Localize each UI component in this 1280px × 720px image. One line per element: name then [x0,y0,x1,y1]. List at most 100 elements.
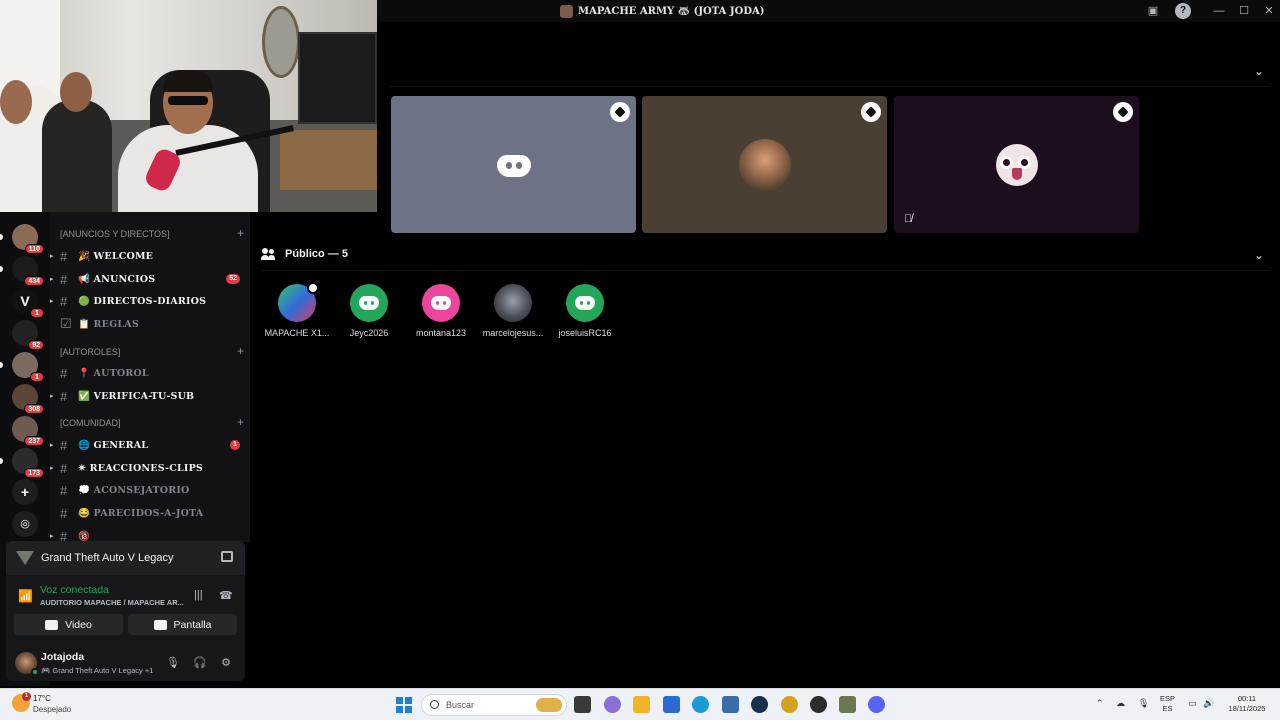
audience-member[interactable]: MAPACHE X1... [262,282,332,338]
store-icon[interactable] [663,696,680,713]
edge-icon[interactable] [692,696,709,713]
app-icon[interactable] [810,696,827,713]
chrome-icon[interactable] [781,696,798,713]
windows-start-icon[interactable] [396,697,412,713]
avatar [422,284,460,322]
server-icon[interactable]: 110 [12,224,44,254]
clock[interactable]: 00:11 18/11/2025 [1222,694,1272,714]
window-title-text: MAPACHE ARMY 🦝 (JOTA JODA) [578,6,765,17]
channel-item[interactable]: ▸ # ✅ VERIFICA-TU-SUB [50,386,250,406]
speaker-tile[interactable] [642,96,887,233]
disconnect-icon[interactable]: ☎ [219,589,233,602]
gta-icon[interactable] [839,696,856,713]
channel-item[interactable]: ☑ 📋 REGLAS [50,314,250,334]
inbox-icon[interactable]: ▣ [1145,3,1161,19]
noise-suppression-icon[interactable]: ||| [194,589,203,601]
server-icon[interactable]: 173 [12,448,44,478]
add-server-icon[interactable]: + [12,479,38,505]
channel-name: 📋 REGLAS [78,318,139,330]
server-icon[interactable]: 434 [12,256,44,286]
speaker-avatar [738,138,791,191]
maximize-button[interactable]: ☐ [1236,3,1252,19]
online-status-icon [31,668,39,676]
channel-item[interactable]: # 😂 PARECIDOS-A-JOTA [50,503,250,523]
notepad-icon[interactable] [722,696,739,713]
add-channel-icon[interactable]: + [237,416,244,428]
cloud-icon[interactable]: ☁ [1116,698,1125,709]
chevron-up-icon[interactable]: ⌃ [1096,698,1104,709]
microphone-icon[interactable]: 🎙 [166,656,180,670]
chevron-down-icon[interactable]: ⌄ [1254,248,1264,262]
channel-item[interactable]: ▸ # ✴ REACCIONES-CLIPS [50,458,250,478]
channel-item[interactable]: ▸ # 🟢 DIRECTOS-DIARIOS [50,291,250,311]
weather-temp[interactable]: 17°C [33,694,51,703]
steam-icon[interactable] [751,696,768,713]
microphone-icon[interactable]: 🎙 [1138,698,1149,709]
speaker-tile[interactable]: 🎙̸ [894,96,1139,233]
settings-icon[interactable] [861,102,881,122]
server-icon[interactable]: 92 [12,320,44,350]
channel-item[interactable]: ▸ # 🎉 WELCOME [50,246,250,266]
channel-item[interactable]: # 💭 ACONSEJATORIO [50,480,250,500]
unread-indicator: ▸ [50,533,54,540]
server-icon[interactable]: 237 [12,416,44,446]
voice-channel[interactable]: AUDITORIO MAPACHE / MAPACHE AR... [40,598,185,607]
channel-item[interactable]: ▸ # 📢 ANUNCIOS 52 [50,269,250,289]
avatar[interactable] [15,652,39,676]
screen-share-button[interactable]: Pantalla [128,614,237,635]
speaker-tile[interactable] [391,96,636,233]
audience-name: marcelojesus... [482,328,544,338]
explore-icon[interactable]: ◎ [12,511,38,537]
close-button[interactable]: ✕ [1261,3,1277,19]
game-title: Grand Theft Auto V Legacy [41,552,174,564]
category-header[interactable]: [AUTOROLES] + [60,345,244,357]
weather-desc[interactable]: Despejado [33,705,71,714]
audience-member[interactable]: joseluisRC16 [550,284,620,338]
unread-indicator: ▸ [50,276,54,283]
help-icon[interactable]: ? [1175,3,1191,19]
search-box[interactable]: Buscar [421,694,567,716]
signal-icon[interactable]: 📶 [18,589,33,603]
audience-name: montana123 [415,328,467,338]
audience-member[interactable]: montana123 [406,284,476,338]
mention-badge: 52 [226,274,240,284]
copilot-icon[interactable] [604,696,621,713]
stream-game-icon[interactable] [221,551,233,562]
search-highlight-icon [536,698,562,712]
headphones-icon[interactable]: 🎧 [193,656,207,670]
activity-row[interactable]: Grand Theft Auto V Legacy [6,541,245,575]
unread-indicator: ▸ [50,442,54,449]
user-row: Jotajoda 🎮 Grand Theft Auto V Legacy +1 … [6,647,245,679]
gear-icon[interactable]: ⚙ [219,656,233,670]
avatar [350,284,388,322]
task-view-icon[interactable] [574,696,591,713]
voice-status[interactable]: Voz conectada [40,584,109,596]
volume-icon[interactable]: 🔊 [1203,698,1214,709]
audience-header[interactable]: Público — 5 [261,248,348,260]
unread-indicator: ▸ [50,393,54,400]
add-channel-icon[interactable]: + [237,345,244,357]
add-channel-icon[interactable]: + [237,227,244,239]
language-indicator[interactable]: ESP ES [1160,694,1175,714]
audience-member[interactable]: Jeyc2026 [334,284,404,338]
channel-item[interactable]: ▸ # 🌐 GENERAL 1 [50,435,250,455]
server-icon[interactable]: 1 [12,352,44,382]
audience-member[interactable]: marcelojesus... [478,284,548,338]
network-icon[interactable]: ▭ [1188,698,1197,709]
server-icon[interactable]: 308 [12,384,44,414]
server-icon[interactable]: V1 [12,288,44,318]
text-channel-icon: # [60,460,68,476]
discord-icon[interactable] [868,696,885,713]
settings-icon[interactable] [610,102,630,122]
chevron-down-icon[interactable]: ⌄ [1254,64,1264,78]
category-header[interactable]: [ANUNCIOS Y DIRECTOS] + [60,227,244,239]
category-header[interactable]: [COMUNIDAD] + [60,416,244,428]
username[interactable]: Jotajoda [41,651,84,663]
file-explorer-icon[interactable] [633,696,650,713]
video-button[interactable]: Video [14,614,123,635]
minimize-button[interactable]: — [1211,3,1227,19]
settings-icon[interactable] [1113,102,1133,122]
divider [262,270,1270,271]
channel-item[interactable]: # 📍 AUTOROL [50,363,250,383]
channel-name: 🟢 DIRECTOS-DIARIOS [78,295,207,307]
